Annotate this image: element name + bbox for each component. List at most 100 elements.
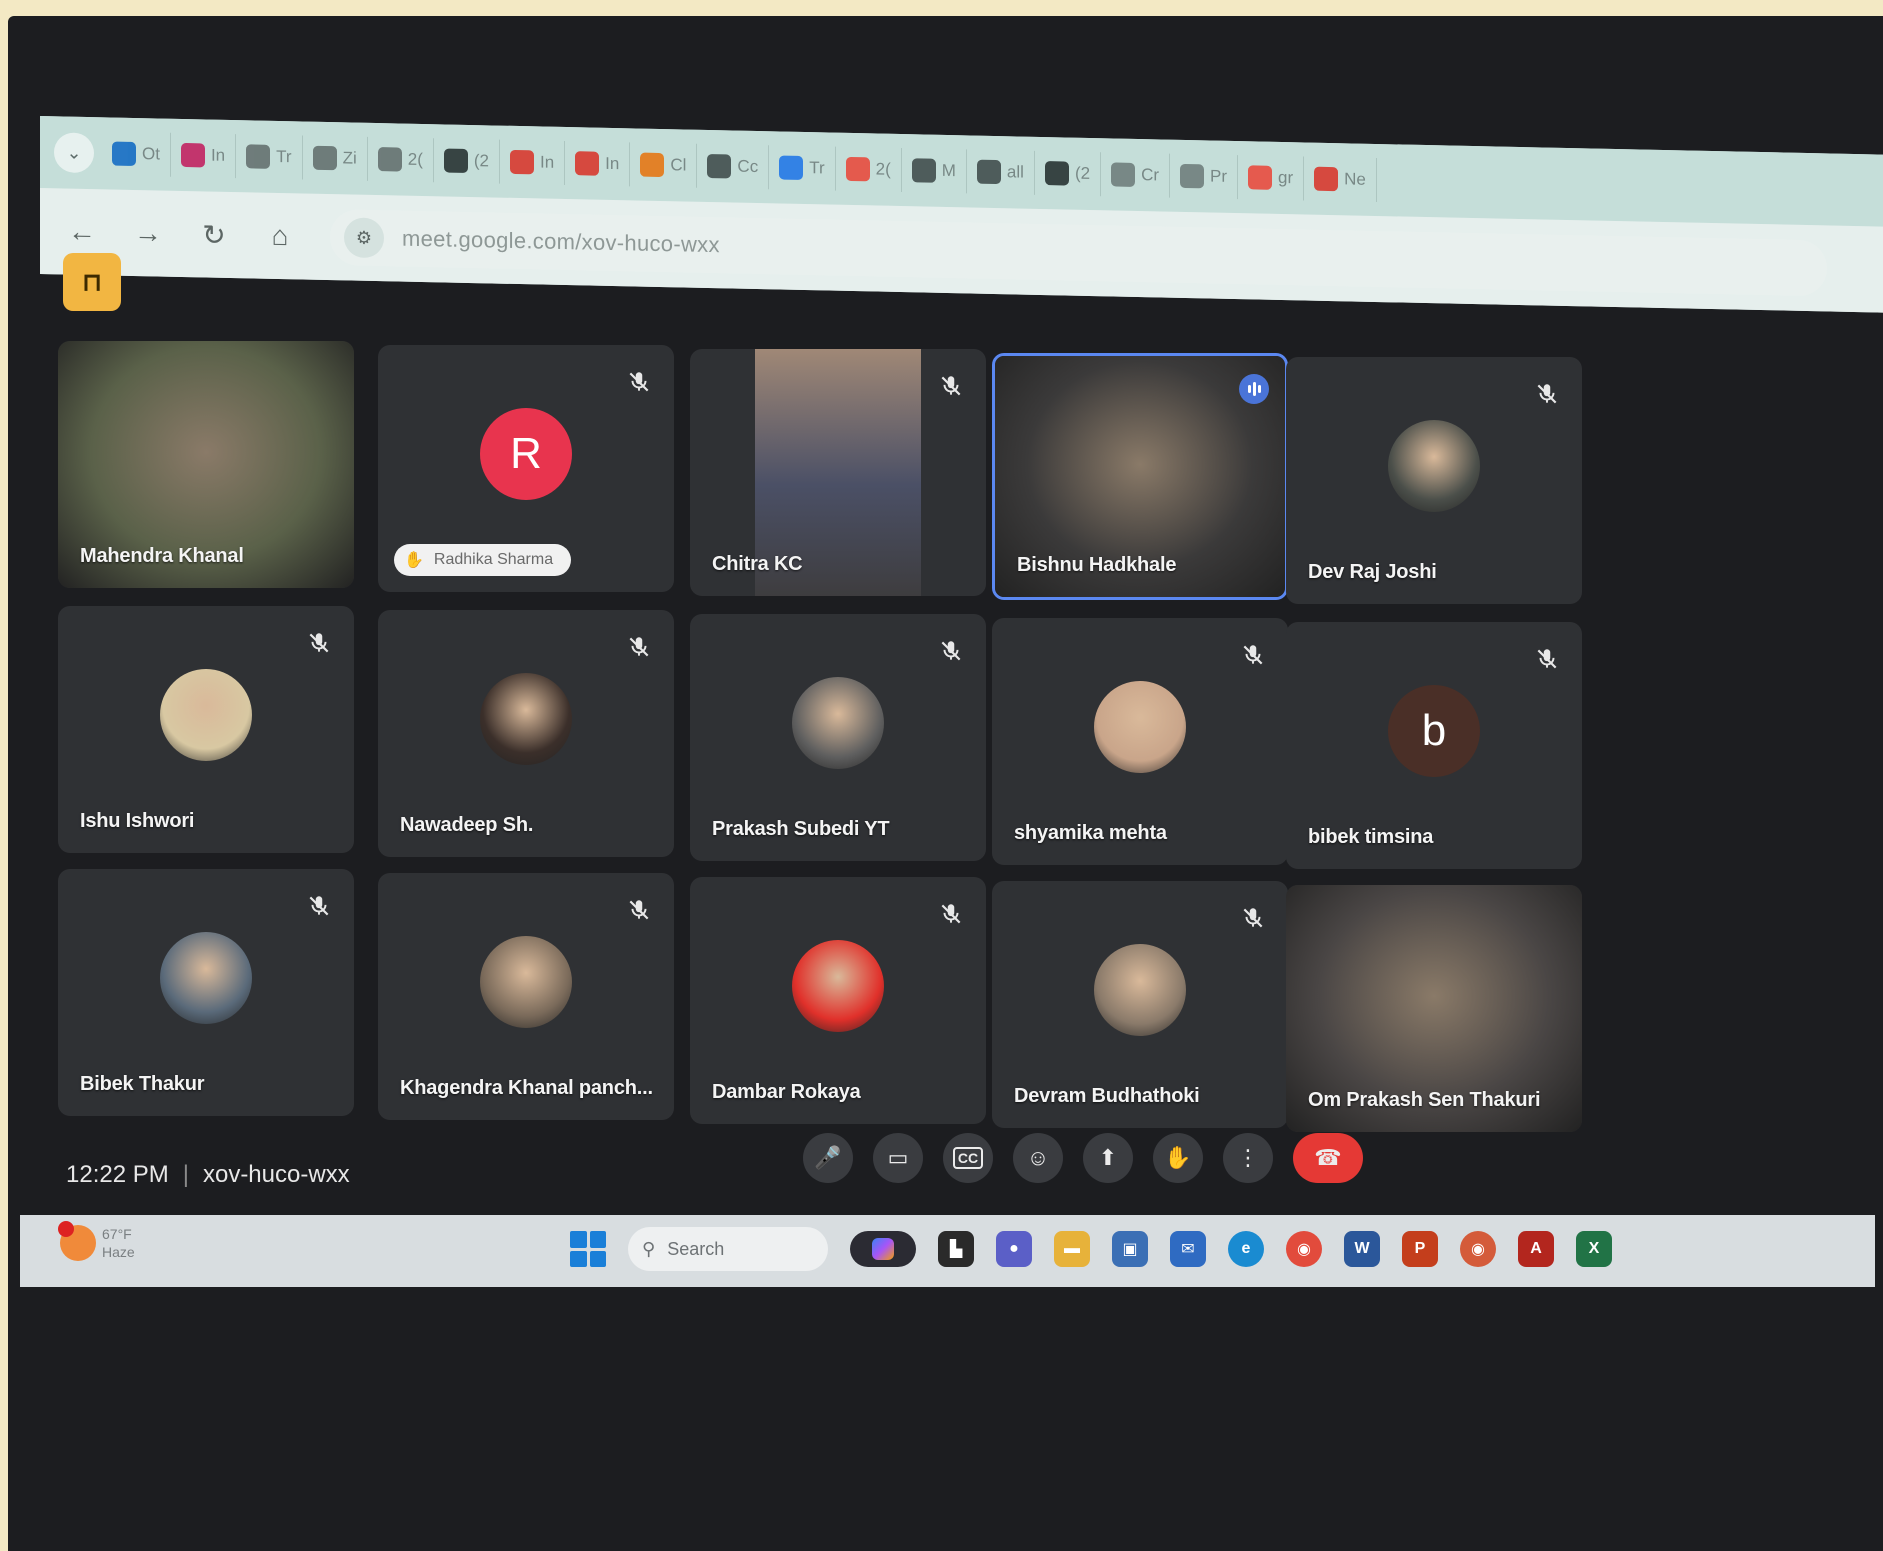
participant-avatar bbox=[792, 676, 884, 769]
tab-search-button[interactable]: ⌄ bbox=[54, 132, 94, 174]
browser-tab[interactable]: Ot bbox=[102, 131, 171, 177]
tab-label: Cr bbox=[1141, 165, 1160, 185]
browser-tab[interactable]: Cl bbox=[630, 142, 698, 188]
participant-tile[interactable]: Ishu Ishwori bbox=[58, 606, 354, 853]
browser-tab[interactable]: Pr bbox=[1170, 153, 1239, 200]
participant-tile[interactable]: Prakash Subedi YT bbox=[690, 614, 986, 861]
powerpoint-icon[interactable]: P bbox=[1402, 1231, 1438, 1267]
teams-icon[interactable]: ● bbox=[996, 1231, 1032, 1267]
participant-tile[interactable]: Nawadeep Sh. bbox=[378, 610, 674, 857]
emoji-button[interactable]: ☺ bbox=[1013, 1133, 1063, 1183]
hand-raised-chip: ✋ Radhika Sharma bbox=[394, 544, 572, 576]
pdf-reader-icon[interactable]: A bbox=[1518, 1231, 1554, 1267]
participant-tile[interactable]: Chitra KC bbox=[690, 349, 986, 596]
participant-tile[interactable]: Om Prakash Sen Thakuri bbox=[1286, 885, 1582, 1132]
microphone-button[interactable]: 🎤 bbox=[803, 1133, 853, 1183]
word-icon[interactable]: W bbox=[1344, 1231, 1380, 1267]
task-view-icon[interactable]: ▙ bbox=[938, 1231, 974, 1267]
store-icon[interactable]: ▣ bbox=[1112, 1231, 1148, 1267]
address-bar[interactable]: ⚙ meet.google.com/xov-huco-wxx bbox=[330, 209, 1827, 297]
weather-widget[interactable]: 67°F Haze bbox=[58, 1221, 135, 1261]
excel-icon[interactable]: X bbox=[1576, 1231, 1612, 1267]
browser-tab[interactable]: Cr bbox=[1101, 152, 1171, 198]
wordpress-icon bbox=[707, 153, 732, 179]
browser-tab[interactable]: Zi bbox=[302, 135, 368, 181]
participant-tile[interactable]: Devram Budhathoki bbox=[992, 881, 1288, 1128]
tab-label: In bbox=[539, 152, 555, 172]
browser-tab[interactable]: all bbox=[966, 149, 1035, 195]
leave-call-button[interactable]: ☎ bbox=[1293, 1133, 1363, 1183]
camera-button[interactable]: ▭ bbox=[873, 1133, 923, 1183]
globe-icon bbox=[246, 144, 271, 169]
taskbar-search[interactable]: ⚲ Search bbox=[628, 1227, 828, 1271]
browser-tab[interactable]: gr bbox=[1238, 155, 1305, 201]
participant-avatar bbox=[1094, 943, 1186, 1036]
participant-grid: Mahendra Khanal R ✋ Radhika Sharma Chitra KC… bbox=[58, 341, 1582, 1132]
tab-label: Ot bbox=[142, 144, 160, 164]
windows-taskbar: 67°F Haze ⚲ Search ▙ ● ▬ ▣ ✉ e ◉ W P ◉ A… bbox=[20, 1215, 1875, 1287]
mic-off-icon bbox=[306, 630, 332, 656]
participant-tile[interactable]: Khagendra Khanal panch... bbox=[378, 873, 674, 1120]
participant-avatar bbox=[480, 935, 572, 1028]
participant-name: shyamika mehta bbox=[1014, 822, 1167, 844]
participant-avatar bbox=[1094, 680, 1186, 773]
chrome-icon[interactable]: ◉ bbox=[1286, 1231, 1322, 1267]
participant-tile[interactable]: Dambar Rokaya bbox=[690, 877, 986, 1124]
participant-name: Bibek Thakur bbox=[80, 1073, 205, 1095]
tab-label: Zi bbox=[342, 148, 357, 168]
participant-name: Chitra KC bbox=[712, 553, 803, 575]
browser-tab[interactable]: 2( bbox=[367, 136, 434, 183]
browser-tab[interactable]: (2 bbox=[1034, 150, 1102, 197]
participant-name: Devram Budhathoki bbox=[1014, 1085, 1200, 1107]
browser-tab[interactable]: 2( bbox=[835, 146, 902, 193]
home-button[interactable]: ⌂ bbox=[264, 220, 296, 253]
browser-tab[interactable]: M bbox=[901, 148, 967, 194]
chat-icon bbox=[779, 155, 804, 180]
browser-tab[interactable]: Tr bbox=[236, 134, 303, 180]
participant-tile[interactable]: Bibek Thakur bbox=[58, 869, 354, 1116]
site-info-icon[interactable]: ⚙ bbox=[344, 217, 384, 259]
tab-label: (2 bbox=[473, 151, 489, 171]
edge-icon[interactable]: e bbox=[1228, 1231, 1264, 1267]
browser-tab[interactable]: Tr bbox=[769, 145, 836, 191]
browser-tab[interactable]: (2 bbox=[433, 138, 500, 184]
more-options-button[interactable]: ⋮ bbox=[1223, 1133, 1273, 1183]
meeting-activity-icon[interactable]: ⊓ bbox=[63, 253, 121, 311]
participant-tile[interactable]: shyamika mehta bbox=[992, 618, 1288, 865]
raise-hand-button[interactable]: ✋ bbox=[1153, 1133, 1203, 1183]
participant-tile[interactable]: Dev Raj Joshi bbox=[1286, 357, 1582, 604]
browser-tab[interactable]: Cc bbox=[697, 143, 770, 190]
tab-label: Cc bbox=[737, 156, 759, 177]
participant-avatar bbox=[792, 939, 884, 1032]
forward-button[interactable]: → bbox=[132, 217, 164, 250]
participant-tile[interactable]: R ✋ Radhika Sharma bbox=[378, 345, 674, 592]
browser-tab[interactable]: In bbox=[499, 139, 566, 186]
globe-icon bbox=[911, 158, 936, 183]
copilot-button[interactable] bbox=[850, 1231, 916, 1267]
participant-name: Om Prakash Sen Thakuri bbox=[1308, 1089, 1541, 1111]
google-icon bbox=[845, 156, 870, 182]
browser-tab[interactable]: Ne bbox=[1304, 156, 1377, 203]
tab-label: gr bbox=[1278, 167, 1294, 188]
more-options-icon: ⋮ bbox=[1237, 1145, 1259, 1170]
mic-off-icon bbox=[306, 893, 332, 919]
participant-tile[interactable]: b bibek timsina bbox=[1286, 622, 1582, 869]
participant-tile[interactable]: Mahendra Khanal bbox=[58, 341, 354, 588]
file-explorer-icon[interactable]: ▬ bbox=[1054, 1231, 1090, 1267]
speaking-indicator-icon bbox=[1239, 374, 1269, 404]
start-button[interactable] bbox=[570, 1231, 606, 1267]
participant-name: Nawadeep Sh. bbox=[400, 814, 534, 836]
mic-off-icon bbox=[1534, 646, 1560, 672]
browser-tab[interactable]: In bbox=[565, 141, 631, 187]
participant-tile[interactable]: Bishnu Hadkhale bbox=[992, 353, 1288, 600]
back-button[interactable]: ← bbox=[66, 216, 98, 249]
emoji-icon: ☺ bbox=[1026, 1145, 1050, 1170]
participant-name: Mahendra Khanal bbox=[80, 545, 244, 567]
browser-tab[interactable]: In bbox=[170, 132, 237, 179]
present-button[interactable]: ⬆ bbox=[1083, 1133, 1133, 1183]
hand-icon: ✋ bbox=[404, 552, 424, 569]
mail-icon[interactable]: ✉ bbox=[1170, 1231, 1206, 1267]
captions-button[interactable]: CC bbox=[943, 1133, 993, 1183]
reload-button[interactable]: ↻ bbox=[198, 218, 230, 252]
chrome-profile-icon[interactable]: ◉ bbox=[1460, 1231, 1496, 1267]
